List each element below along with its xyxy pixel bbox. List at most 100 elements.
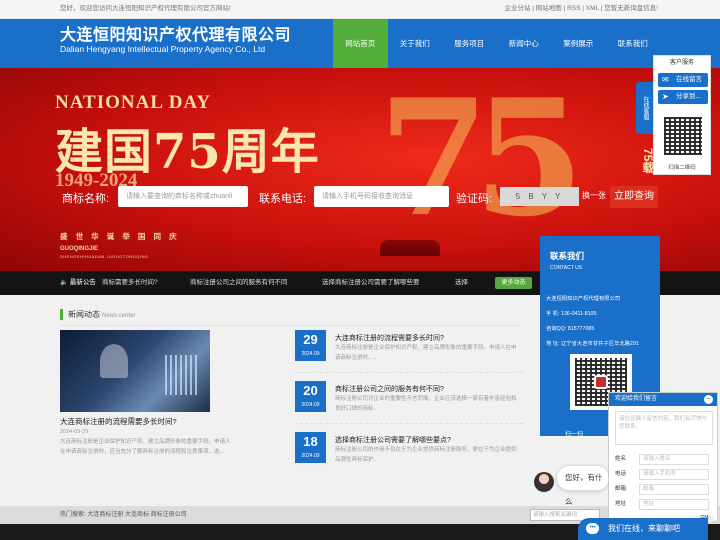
contact-qq: 咨询QQ: 815777085: [546, 326, 595, 332]
minimize-icon[interactable]: −: [704, 395, 713, 404]
news-desc: 商标注册公司对企业的重要性不言而喻。企业应该选择一家有着丰富经验和良好口碑的商标…: [335, 396, 517, 412]
name-input[interactable]: 请输入姓名: [639, 454, 709, 465]
news-day: 29: [303, 332, 318, 347]
section-title-cn: 新闻动态: [68, 310, 100, 319]
news-date-badge: 29 2024.09: [295, 330, 326, 361]
notice-item[interactable]: 选择: [455, 271, 468, 295]
featured-news-title[interactable]: 大连商标注册的流程需要多长时间?: [60, 416, 177, 427]
banner-75-graphic: 75: [378, 68, 585, 252]
notice-item[interactable]: 选择商标注册公司需要了解哪些要: [322, 271, 420, 295]
trademark-label: 商标名称:: [62, 193, 110, 205]
message-textarea[interactable]: 请在此输入留言内容，我们会尽快与您联系。: [615, 411, 713, 445]
news-divider: [295, 423, 523, 424]
address-field-row: 地址 地址: [615, 499, 713, 510]
news-desc: 大连商标注册是企业保护知识产权、建立品牌形象的重要手段。申请人在申请商标注册时，…: [335, 345, 517, 361]
top-bar: 您好，欢迎您访问大连恒阳知识产权代理有限公司官方网站! 企业分站 | 网站地图 …: [0, 0, 720, 19]
notice-item[interactable]: 商标注册公司之间的服务有何不同: [190, 271, 288, 295]
news-item[interactable]: 18 2024.09 选择商标注册公司需要了解哪些要点? 商标注册公司的作用不仅在…: [295, 432, 525, 476]
contact-company: 大连恒阳知识产权代理有限公司: [546, 296, 621, 302]
hot-search-links[interactable]: 热门搜索: 大连商标注册 大连商标 商标注册公司: [60, 506, 187, 524]
sidebar-header: 客户服务: [669, 60, 694, 66]
email-label: 邮箱: [615, 486, 627, 492]
share-label: 分享到...: [676, 93, 701, 100]
news-day: 20: [303, 383, 318, 398]
nav-home[interactable]: 网站首页: [333, 19, 388, 68]
banner-title-en: NATIONAL DAY: [55, 92, 212, 113]
news-month: 2024.09: [301, 351, 320, 357]
contact-title-en: CONTACT US: [550, 265, 583, 271]
phone-label-chat: 电话: [615, 471, 627, 477]
qr-caption: 扫描二维码: [668, 165, 696, 171]
online-chat-button[interactable]: ••• 我们在线，来聊聊吧: [578, 518, 708, 540]
news-date-badge: 18 2024.09: [295, 432, 326, 463]
banner-sub: 盛 世 华 诞 举 国 同 庆: [60, 232, 180, 241]
captcha-label: 验证码:: [456, 193, 493, 205]
phone-input[interactable]: 请输入手机号码接收查询消息: [314, 186, 449, 207]
top-links[interactable]: 企业分站 | 网站地图 | RSS | XML | 您暂无新询盘信息!: [505, 0, 659, 18]
notice-item[interactable]: 商标需要多长时间?: [102, 271, 158, 295]
share-icon: ➤: [662, 92, 669, 101]
message-widget-title: 欢迎给我们留言: [615, 396, 658, 402]
contact-phone: 手 机: 136-0411-8195: [546, 311, 597, 317]
news-date-badge: 20 2024.09: [295, 381, 326, 412]
phone-input-chat[interactable]: 请输入手机号: [639, 469, 709, 480]
name-label: 姓名: [615, 456, 627, 462]
news-title[interactable]: 大连商标注册的流程需要多长时间?: [335, 333, 444, 343]
featured-news-date: 2024-09-29: [60, 429, 89, 435]
chat-icon: •••: [586, 523, 599, 534]
featured-news-desc: 大连商标注册是企业保护知识产权、建立品牌形象的重要手段。申请人在申请商标注册时，…: [60, 439, 231, 455]
featured-news-image[interactable]: [60, 330, 210, 412]
nav-about[interactable]: 关于我们: [388, 19, 443, 68]
news-item[interactable]: 20 2024.09 商标注册公司之间的服务有何不同? 商标注册公司对企业的重要性…: [295, 381, 525, 425]
contact-address: 地 址: 辽宁省大连市甘井子区华北路291: [546, 341, 639, 347]
logo-english: Dalian Hengyang Intellectual Property Ag…: [60, 44, 266, 54]
main-nav: 网站首页 关于我们 服务项目 新闻中心 案例展示 联系我们: [333, 19, 660, 68]
notice-label: 最新公告: [69, 279, 96, 286]
banner-pinyin-sub: SHENGSHIHUADAN JUGUOTONGQING: [60, 254, 149, 259]
message-icon: ✉: [662, 75, 669, 84]
banner-pinyin: GUOQINGJIE: [60, 246, 99, 252]
news-item[interactable]: 29 2024.09 大连商标注册的流程需要多长时间? 大连商标注册是企业保护知识…: [295, 330, 525, 374]
nav-contact[interactable]: 联系我们: [606, 19, 661, 68]
address-input[interactable]: 地址: [639, 499, 709, 510]
phone-field-row: 电话 请输入手机号: [615, 469, 713, 480]
agent-avatar[interactable]: [534, 472, 554, 492]
section-title: 新闻动态 News center: [60, 309, 135, 320]
name-field-row: 姓名 请输入姓名: [615, 454, 713, 465]
online-message-button[interactable]: ✉ 在线留言: [658, 73, 708, 87]
sidebar-qr-code: [660, 113, 706, 159]
nav-services[interactable]: 服务项目: [442, 19, 497, 68]
service-sidebar: 客户服务 ✉ 在线留言 ➤ 分享到... 扫描二维码: [653, 55, 711, 175]
share-button[interactable]: ➤ 分享到...: [658, 90, 708, 104]
logo-chinese: 大连恒阳知识产权代理有限公司: [60, 27, 292, 44]
email-input[interactable]: 邮箱: [639, 484, 709, 495]
news-title[interactable]: 选择商标注册公司需要了解哪些要点?: [335, 435, 451, 445]
captcha-image[interactable]: 5 B Y Y: [500, 187, 579, 206]
news-day: 18: [303, 434, 318, 449]
nav-news[interactable]: 新闻中心: [497, 19, 552, 68]
message-label: 在线留言: [676, 76, 702, 83]
contact-title: 联系我们: [550, 251, 585, 261]
search-submit-button[interactable]: 立即查询: [610, 186, 658, 208]
chat-greeting-bubble[interactable]: 您好，有什么: [556, 465, 610, 506]
more-news-button[interactable]: 更多动态: [495, 277, 532, 289]
news-month: 2024.09: [301, 453, 320, 459]
news-desc: 商标注册公司的作用不仅在于为企业提供商标注册服务，更在于为企业提供品牌性商标保护…: [335, 447, 517, 463]
online-service-tab[interactable]: 在线客服: [636, 82, 653, 134]
site-logo[interactable]: 大连恒阳知识产权代理有限公司 Dalian Hengyang Intellect…: [60, 27, 291, 55]
site-header: 大连恒阳知识产权代理有限公司 Dalian Hengyang Intellect…: [0, 19, 720, 68]
message-widget-header: 欢迎给我们留言 −: [609, 393, 717, 406]
change-captcha-link[interactable]: 换一张: [582, 190, 606, 201]
news-month: 2024.09: [301, 402, 320, 408]
news-title[interactable]: 商标注册公司之间的服务有何不同?: [335, 384, 444, 394]
email-field-row: 邮箱 邮箱: [615, 484, 713, 495]
speaker-icon: 🔈 最新公告: [60, 279, 96, 286]
phone-label: 联系电话:: [259, 193, 307, 205]
banner-crowd-graphic: [380, 240, 440, 256]
trademark-input[interactable]: 请输入要查询的商标名称或zhuanli: [118, 186, 248, 207]
nav-cases[interactable]: 案例展示: [551, 19, 606, 68]
address-label: 地址: [615, 501, 627, 507]
welcome-text: 您好，欢迎您访问大连恒阳知识产权代理有限公司官方网站!: [60, 5, 231, 12]
section-divider: [60, 325, 522, 326]
section-title-en: News center: [102, 313, 136, 319]
